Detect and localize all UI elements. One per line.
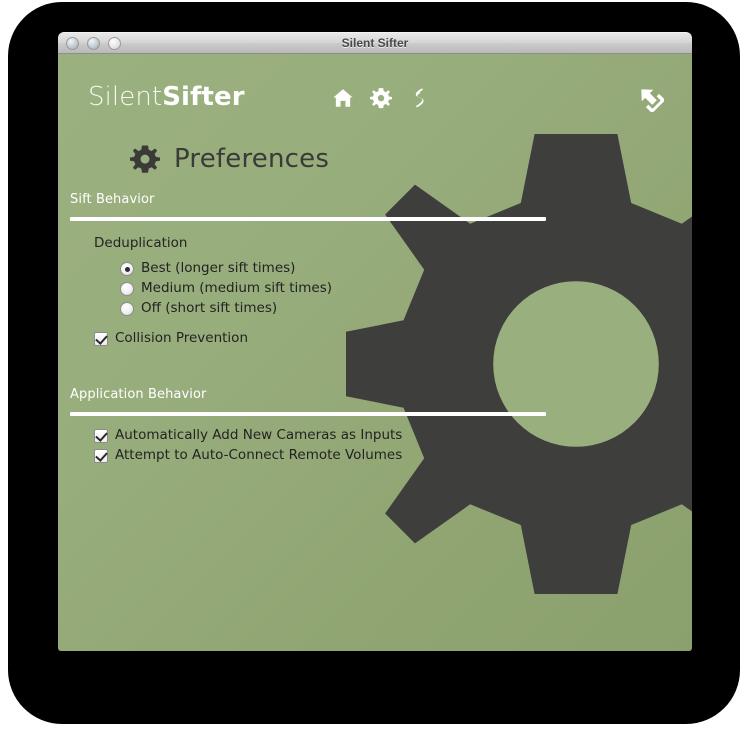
sift-bolt-icon[interactable]: [408, 87, 430, 109]
radio-dedup-off[interactable]: [120, 302, 134, 316]
section-divider: [70, 412, 546, 416]
radio-label: Best (longer sift times): [141, 260, 296, 277]
preferences-content: Sift Behavior Deduplication Best (longer…: [58, 192, 692, 466]
radio-dedup-medium[interactable]: [120, 282, 134, 296]
radio-label: Medium (medium sift times): [141, 280, 332, 297]
checkbox-label: Attempt to Auto-Connect Remote Volumes: [115, 447, 403, 464]
radio-row-dedup-off[interactable]: Off (short sift times): [120, 299, 692, 319]
page-title: Preferences: [174, 144, 330, 174]
page-gear-icon: [130, 145, 160, 173]
window-titlebar[interactable]: Silent Sifter: [58, 32, 692, 54]
app-window: Silent Sifter SilentSifter Preferences S…: [58, 32, 692, 651]
window-title: Silent Sifter: [341, 36, 409, 50]
export-arrow-icon[interactable]: [636, 84, 664, 112]
app-header: SilentSifter: [58, 54, 692, 112]
group-label-deduplication: Deduplication: [94, 235, 188, 251]
logo-bold: Sifter: [162, 82, 245, 112]
checkbox-group-sift: Collision Prevention: [94, 329, 692, 349]
section-title: Sift Behavior: [70, 192, 155, 207]
screen-canvas: Silent Sifter SilentSifter Preferences S…: [0, 0, 748, 730]
checkbox-auto-add-cameras[interactable]: [94, 429, 108, 443]
logo-thin: Silent: [88, 82, 163, 112]
app-toolbar: [332, 87, 430, 109]
checkbox-group-application: Automatically Add New Cameras as Inputs …: [94, 426, 692, 466]
checkbox-label: Collision Prevention: [115, 330, 249, 347]
radio-row-dedup-best[interactable]: Best (longer sift times): [120, 259, 692, 279]
page-title-row: Preferences: [130, 144, 329, 174]
checkbox-collision-prevention[interactable]: [94, 332, 108, 346]
section-sift-behavior: Sift Behavior Deduplication Best (longer…: [58, 192, 692, 349]
window-body: SilentSifter Preferences Sift Behavior D…: [58, 54, 692, 651]
section-divider: [70, 217, 546, 221]
radio-label: Off (short sift times): [141, 300, 278, 317]
home-icon[interactable]: [332, 87, 354, 109]
checkbox-row-collision-prevention[interactable]: Collision Prevention: [94, 329, 692, 349]
checkbox-row-auto-add-cameras[interactable]: Automatically Add New Cameras as Inputs: [94, 426, 692, 446]
gear-icon[interactable]: [370, 87, 392, 109]
radio-dedup-best[interactable]: [120, 262, 134, 276]
checkbox-label: Automatically Add New Cameras as Inputs: [115, 427, 403, 444]
section-title: Application Behavior: [70, 387, 207, 402]
radio-group-deduplication: Best (longer sift times) Medium (medium …: [120, 259, 692, 319]
checkbox-auto-connect-volumes[interactable]: [94, 449, 108, 463]
app-logo: SilentSifter: [88, 82, 245, 112]
radio-row-dedup-medium[interactable]: Medium (medium sift times): [120, 279, 692, 299]
checkbox-row-auto-connect-volumes[interactable]: Attempt to Auto-Connect Remote Volumes: [94, 446, 692, 466]
section-application-behavior: Application Behavior Automatically Add N…: [58, 387, 692, 466]
